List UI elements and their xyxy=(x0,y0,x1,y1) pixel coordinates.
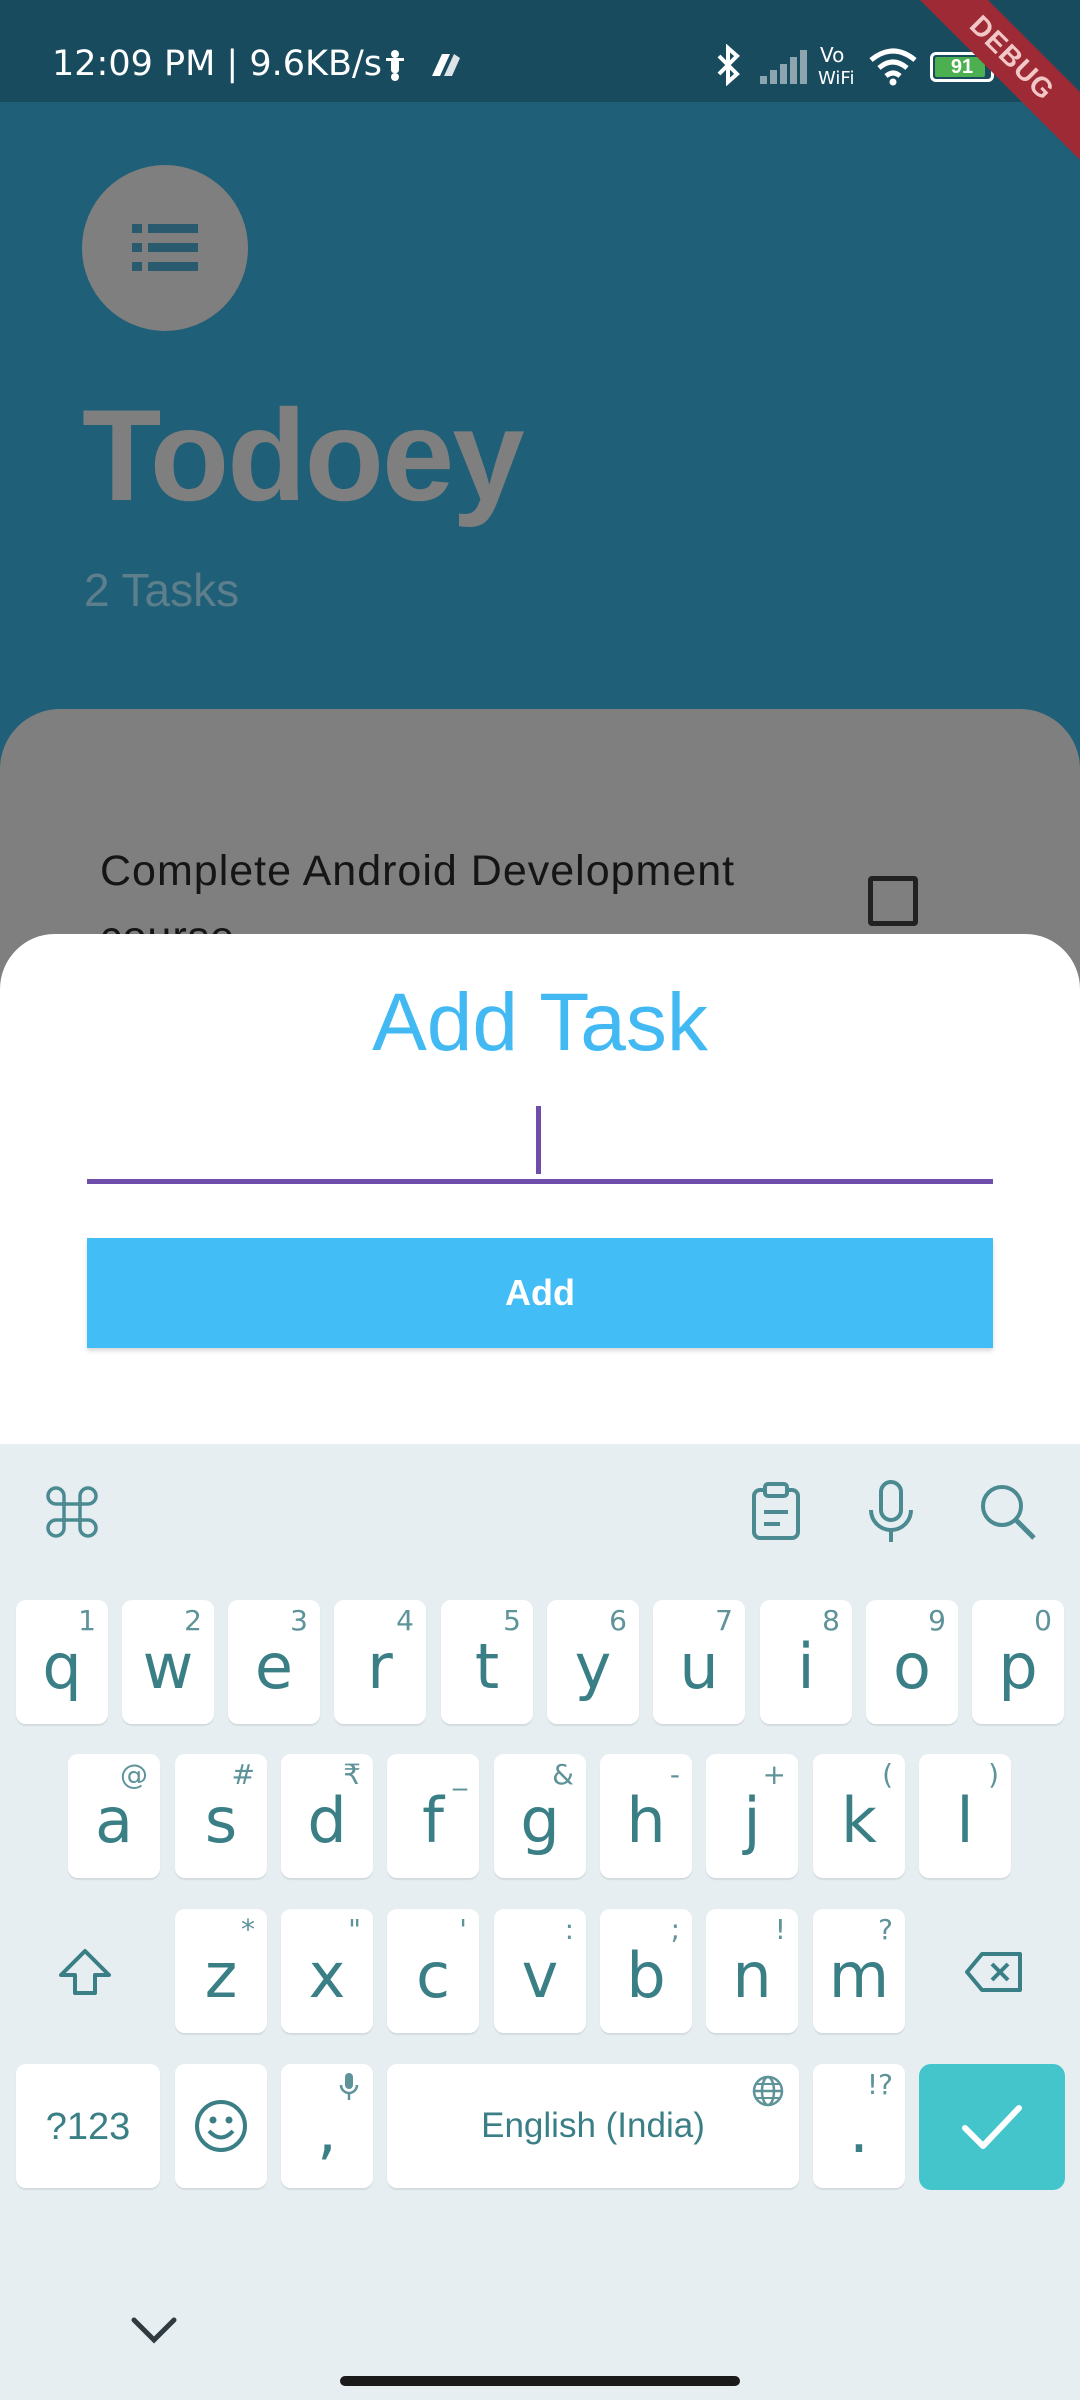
key-n[interactable]: ! n xyxy=(706,1909,798,2033)
key-u[interactable]: 7u xyxy=(653,1600,745,1724)
key-x[interactable]: " x xyxy=(281,1909,373,2033)
bluetooth-icon xyxy=(717,44,740,86)
key-e[interactable]: 3e xyxy=(228,1600,320,1724)
clipboard-icon[interactable] xyxy=(750,1482,802,1542)
task-input-field[interactable] xyxy=(87,1104,993,1184)
key-y[interactable]: 6y xyxy=(547,1600,639,1724)
key-z[interactable]: * z xyxy=(175,1909,267,2033)
period-key[interactable]: !?. xyxy=(813,2064,905,2188)
checkmark-icon xyxy=(962,2105,1022,2149)
key-i[interactable]: 8i xyxy=(760,1600,852,1724)
command-icon[interactable] xyxy=(44,1484,100,1540)
space-key[interactable]: English (India) xyxy=(387,2064,799,2188)
key-k[interactable]: (k xyxy=(813,1754,905,1878)
app-title: Todoey xyxy=(82,382,525,528)
list-icon-avatar xyxy=(82,165,248,331)
shift-key[interactable] xyxy=(30,1909,140,2033)
shift-icon xyxy=(59,1949,111,1995)
key-l[interactable]: ) l xyxy=(919,1754,1011,1878)
key-q[interactable]: 1q xyxy=(16,1600,108,1724)
sheet-title: Add Task xyxy=(372,977,708,1068)
key-a[interactable]: @ a xyxy=(68,1754,160,1878)
debug-banner: DEBUG xyxy=(903,0,1080,167)
search-icon[interactable] xyxy=(978,1482,1038,1542)
key-h[interactable]: -h xyxy=(600,1754,692,1878)
svg-text:Vo: Vo xyxy=(820,44,844,67)
key-c[interactable]: ' c xyxy=(387,1909,479,2033)
app-notification-icon xyxy=(432,54,460,76)
key-m[interactable]: ? m xyxy=(813,1909,905,2033)
task-count: 2 Tasks xyxy=(84,564,240,616)
key-b[interactable]: ; b xyxy=(600,1909,692,2033)
key-s[interactable]: # s xyxy=(175,1754,267,1878)
add-task-sheet: Add Task Add xyxy=(0,934,1080,1454)
emoji-key[interactable] xyxy=(175,2064,267,2188)
key-p[interactable]: 0p xyxy=(972,1600,1064,1724)
symbols-key[interactable]: ?123 xyxy=(16,2064,160,2188)
list-icon xyxy=(132,224,198,271)
key-o[interactable]: 9o xyxy=(866,1600,958,1724)
chevron-down-icon[interactable] xyxy=(130,2316,178,2346)
comma-key[interactable]: , xyxy=(281,2064,373,2188)
task-item-checkbox[interactable] xyxy=(868,876,918,926)
scooter-icon xyxy=(386,50,404,81)
key-w[interactable]: 2w xyxy=(122,1600,214,1724)
microphone-icon[interactable] xyxy=(866,1480,916,1544)
add-button[interactable]: Add xyxy=(87,1238,993,1348)
enter-key[interactable] xyxy=(919,2064,1065,2190)
key-f[interactable]: _ f xyxy=(387,1754,479,1878)
key-j[interactable]: + j xyxy=(706,1754,798,1878)
key-g[interactable]: & g xyxy=(494,1754,586,1878)
backspace-icon xyxy=(965,1952,1022,1992)
signal-icon xyxy=(760,50,807,84)
key-d[interactable]: ₹ d xyxy=(281,1754,373,1878)
svg-text:WiFi: WiFi xyxy=(818,68,854,88)
backspace-key[interactable] xyxy=(940,1909,1050,2033)
text-caret xyxy=(536,1106,541,1174)
vowifi-icon: Vo WiFi xyxy=(818,44,854,88)
status-time: 12:09 PM | 9.6KB/s xyxy=(52,44,382,84)
key-t[interactable]: 5t xyxy=(441,1600,533,1724)
key-r[interactable]: 4r xyxy=(334,1600,426,1724)
status-bar: 12:09 PM | 9.6KB/s Vo WiFi 91 DEBUG xyxy=(0,0,1080,167)
soft-keyboard: 1q 2w 3e 4r 5t 6y 7u 8i 9o 0p @ a # s ₹ d _… xyxy=(0,1444,1080,2400)
globe-icon xyxy=(752,2075,784,2107)
wifi-icon xyxy=(869,48,917,86)
emoji-icon xyxy=(195,2100,247,2152)
key-v[interactable]: :v xyxy=(494,1909,586,2033)
home-indicator[interactable] xyxy=(340,2376,740,2386)
